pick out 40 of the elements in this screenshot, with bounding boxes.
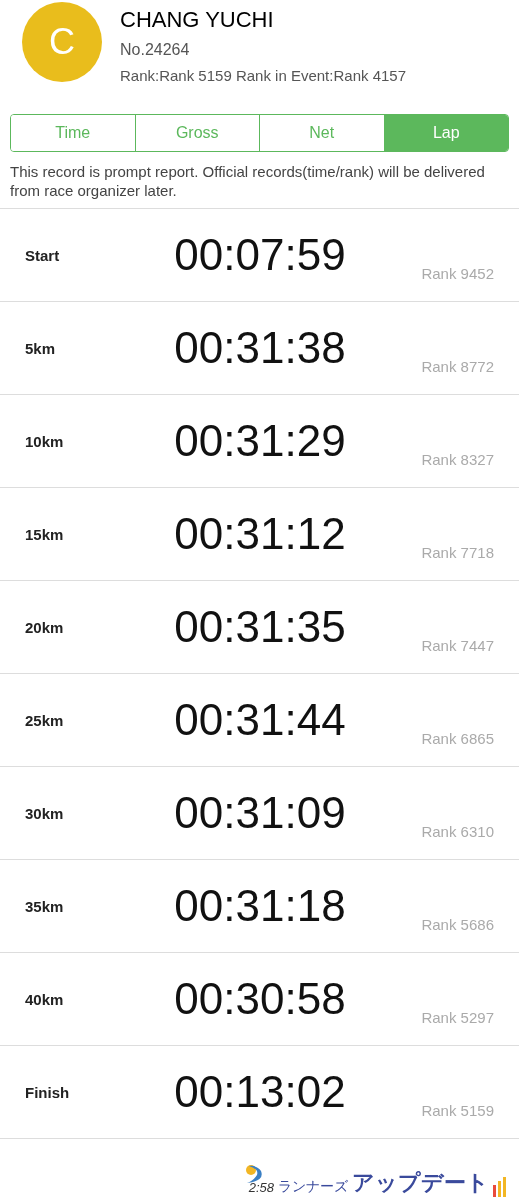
split-time: 00:31:35 [173, 601, 347, 653]
split-point: 35km [25, 897, 64, 917]
split-rank: Rank 5686 [421, 915, 494, 935]
brand-name: アップデート [352, 1169, 489, 1197]
split-point: 5km [25, 339, 56, 359]
split-time: 00:31:09 [173, 787, 347, 839]
split-rank: Rank 5297 [421, 1008, 494, 1028]
logo-clock: 2:58 [248, 1178, 274, 1197]
split-time: 00:31:12 [173, 508, 347, 560]
bib-number: No.24264 [120, 40, 191, 60]
split-time: 00:30:58 [173, 973, 347, 1025]
split-rank: Rank 6310 [421, 822, 494, 842]
notice-text: This record is prompt report. Official records(time/rank) will be delivered from race organizer later. [9, 162, 486, 201]
split-rank: Rank 6865 [421, 729, 494, 749]
split-point: 30km [25, 804, 64, 824]
split-time: 00:07:59 [173, 229, 347, 281]
split-rank: Rank 5159 [421, 1101, 494, 1121]
split-rank: Rank 8772 [421, 357, 494, 377]
runner-name: CHANG YUCHI [120, 6, 275, 34]
split-point: 20km [25, 618, 64, 638]
brand-name: ランナーズ [278, 1177, 348, 1196]
split-time: 00:31:29 [173, 415, 347, 467]
split-time: 00:13:02 [173, 1066, 347, 1118]
avatar: C [22, 2, 102, 82]
split-point: 15km [25, 525, 64, 545]
split-rank: Rank 7447 [421, 636, 494, 656]
split-point: 40km [25, 990, 64, 1010]
split-time: 00:31:18 [173, 880, 347, 932]
split-point: Finish [25, 1083, 70, 1103]
split-rank: Rank 9452 [421, 264, 494, 284]
split-time: 00:31:44 [173, 694, 347, 746]
split-rank: Rank 7718 [421, 543, 494, 563]
split-point: 25km [25, 711, 64, 731]
rank-summary: Rank:Rank 5159 Rank in Event:Rank 4157 [120, 66, 406, 86]
segment-tab[interactable]: Lap [383, 115, 508, 151]
bar-chart-icon [493, 1177, 507, 1197]
split-time: 00:31:38 [173, 322, 347, 374]
split-point: Start [25, 246, 60, 266]
split-rank: Rank 8327 [421, 450, 494, 470]
split-point: 10km [25, 432, 64, 452]
